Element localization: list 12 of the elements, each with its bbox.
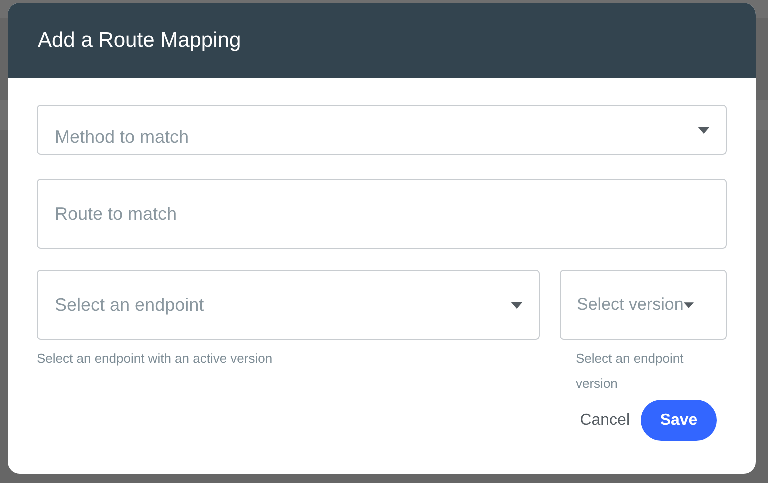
method-select[interactable]: Method to match — [37, 105, 727, 155]
endpoint-select[interactable]: Select an endpoint — [37, 270, 540, 340]
helper-text: Select an endpoint with an active version — [37, 350, 274, 368]
cancel-button[interactable]: Cancel — [579, 400, 631, 441]
route-input[interactable]: Route to match — [37, 179, 727, 249]
version-select[interactable]: Select version — [560, 270, 727, 340]
dialog-title: Add a Route Mapping — [38, 28, 242, 54]
caret-icon — [511, 302, 523, 308]
helper-text: Select an endpoint version — [575, 350, 685, 393]
caret-icon — [684, 302, 694, 308]
save-button[interactable]: Save — [641, 400, 717, 441]
caret-icon — [698, 126, 710, 134]
